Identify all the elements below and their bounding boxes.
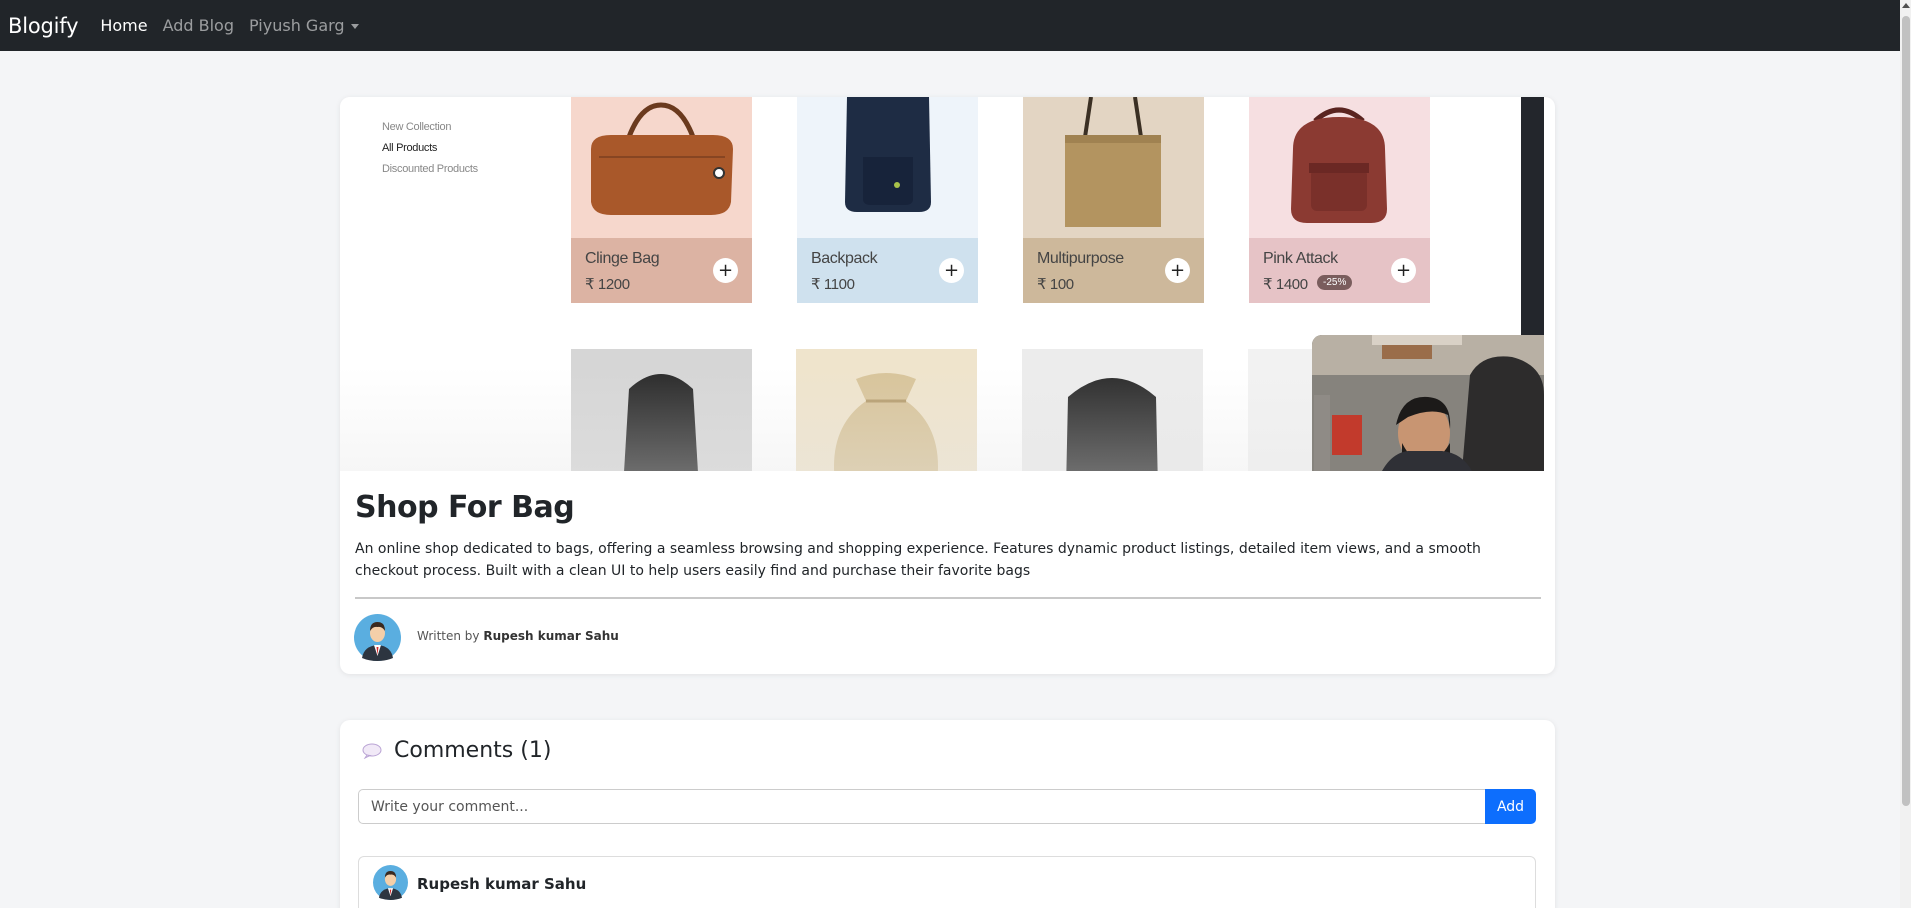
written-by-label: Written by (417, 629, 480, 643)
pouch-bag-image (796, 349, 977, 471)
cover-menu-item: New Collection (382, 121, 452, 133)
webcam-overlay-image (1312, 335, 1544, 471)
product-card: Clinge Bag ₹ 1200 + (571, 97, 752, 303)
product-image-partial (1248, 349, 1318, 471)
page-scrollbar[interactable] (1900, 0, 1911, 908)
duffel-bag-image (571, 97, 752, 238)
comment-author-name: Rupesh kumar Sahu (417, 875, 587, 893)
discount-badge: -25% (1317, 275, 1353, 290)
product-name: Multipurpose (1037, 250, 1124, 267)
tote-bag-image (1023, 97, 1204, 238)
comments-section: Comments (1) Add Rupesh kumar Sahu (340, 720, 1555, 908)
add-to-cart-button[interactable]: + (713, 258, 738, 283)
product-footer: Multipurpose ₹ 100 + (1023, 238, 1204, 303)
scrollbar-thumb[interactable] (1902, 16, 1910, 806)
comment-input[interactable] (358, 789, 1485, 824)
add-to-cart-button[interactable]: + (939, 258, 964, 283)
cover-menu-item: All Products (382, 142, 438, 154)
add-to-cart-button[interactable]: + (1391, 258, 1416, 283)
author-name[interactable]: Rupesh kumar Sahu (483, 629, 618, 643)
product-price: ₹ 100 (1037, 276, 1074, 293)
nav-add-blog-link[interactable]: Add Blog (163, 16, 234, 35)
comments-title: Comments (1) (394, 738, 552, 763)
user-name: Piyush Garg (249, 16, 345, 35)
caret-down-icon (350, 24, 359, 29)
add-to-cart-button[interactable]: + (1165, 258, 1190, 283)
product-footer: Clinge Bag ₹ 1200 + (571, 238, 752, 303)
written-by: Written by Rupesh kumar Sahu (417, 629, 619, 643)
product-price: ₹ 1100 (811, 276, 855, 293)
backpack-image (797, 97, 978, 238)
blog-card: New Collection All Products Discounted P… (340, 97, 1555, 674)
blog-description: An online shop dedicated to bags, offeri… (355, 541, 1481, 579)
product-card: Backpack ₹ 1100 + (797, 97, 978, 303)
leather-backpack-image (1249, 97, 1430, 238)
product-name: Pink Attack (1263, 250, 1338, 267)
user-dropdown[interactable]: Piyush Garg (249, 16, 359, 35)
product-name: Backpack (811, 250, 878, 267)
nav-home-link[interactable]: Home (100, 16, 147, 35)
product-card: Multipurpose ₹ 100 + (1023, 97, 1204, 303)
product-card: Pink Attack ₹ 1400 -25% + (1249, 97, 1430, 303)
product-footer: Backpack ₹ 1100 + (797, 238, 978, 303)
product-price: ₹ 1400 (1263, 276, 1308, 293)
brand-logo[interactable]: Blogify (8, 14, 79, 38)
comment-author-avatar (373, 865, 408, 900)
cover-side-menu: New Collection All Products Discounted P… (382, 121, 478, 184)
author-avatar (354, 614, 401, 661)
blog-title: Shop For Bag (355, 490, 575, 525)
product-price: ₹ 1200 (585, 276, 630, 293)
divider (355, 597, 1541, 599)
product-name: Clinge Bag (585, 250, 660, 267)
comments-header: Comments (1) (362, 738, 551, 763)
top-navbar: Blogify Home Add Blog Piyush Garg (0, 0, 1900, 51)
laptop-backpack-image (1022, 349, 1203, 471)
scroll-up-arrow-icon[interactable] (1902, 3, 1910, 8)
speech-bubble-icon (362, 743, 382, 759)
cover-menu-item: Discounted Products (382, 163, 478, 175)
cover-image: New Collection All Products Discounted P… (340, 97, 1544, 471)
add-comment-button[interactable]: Add (1485, 789, 1536, 824)
sling-bag-image (571, 349, 752, 471)
product-footer: Pink Attack ₹ 1400 -25% + (1249, 238, 1430, 303)
comment-item: Rupesh kumar Sahu (358, 856, 1536, 908)
